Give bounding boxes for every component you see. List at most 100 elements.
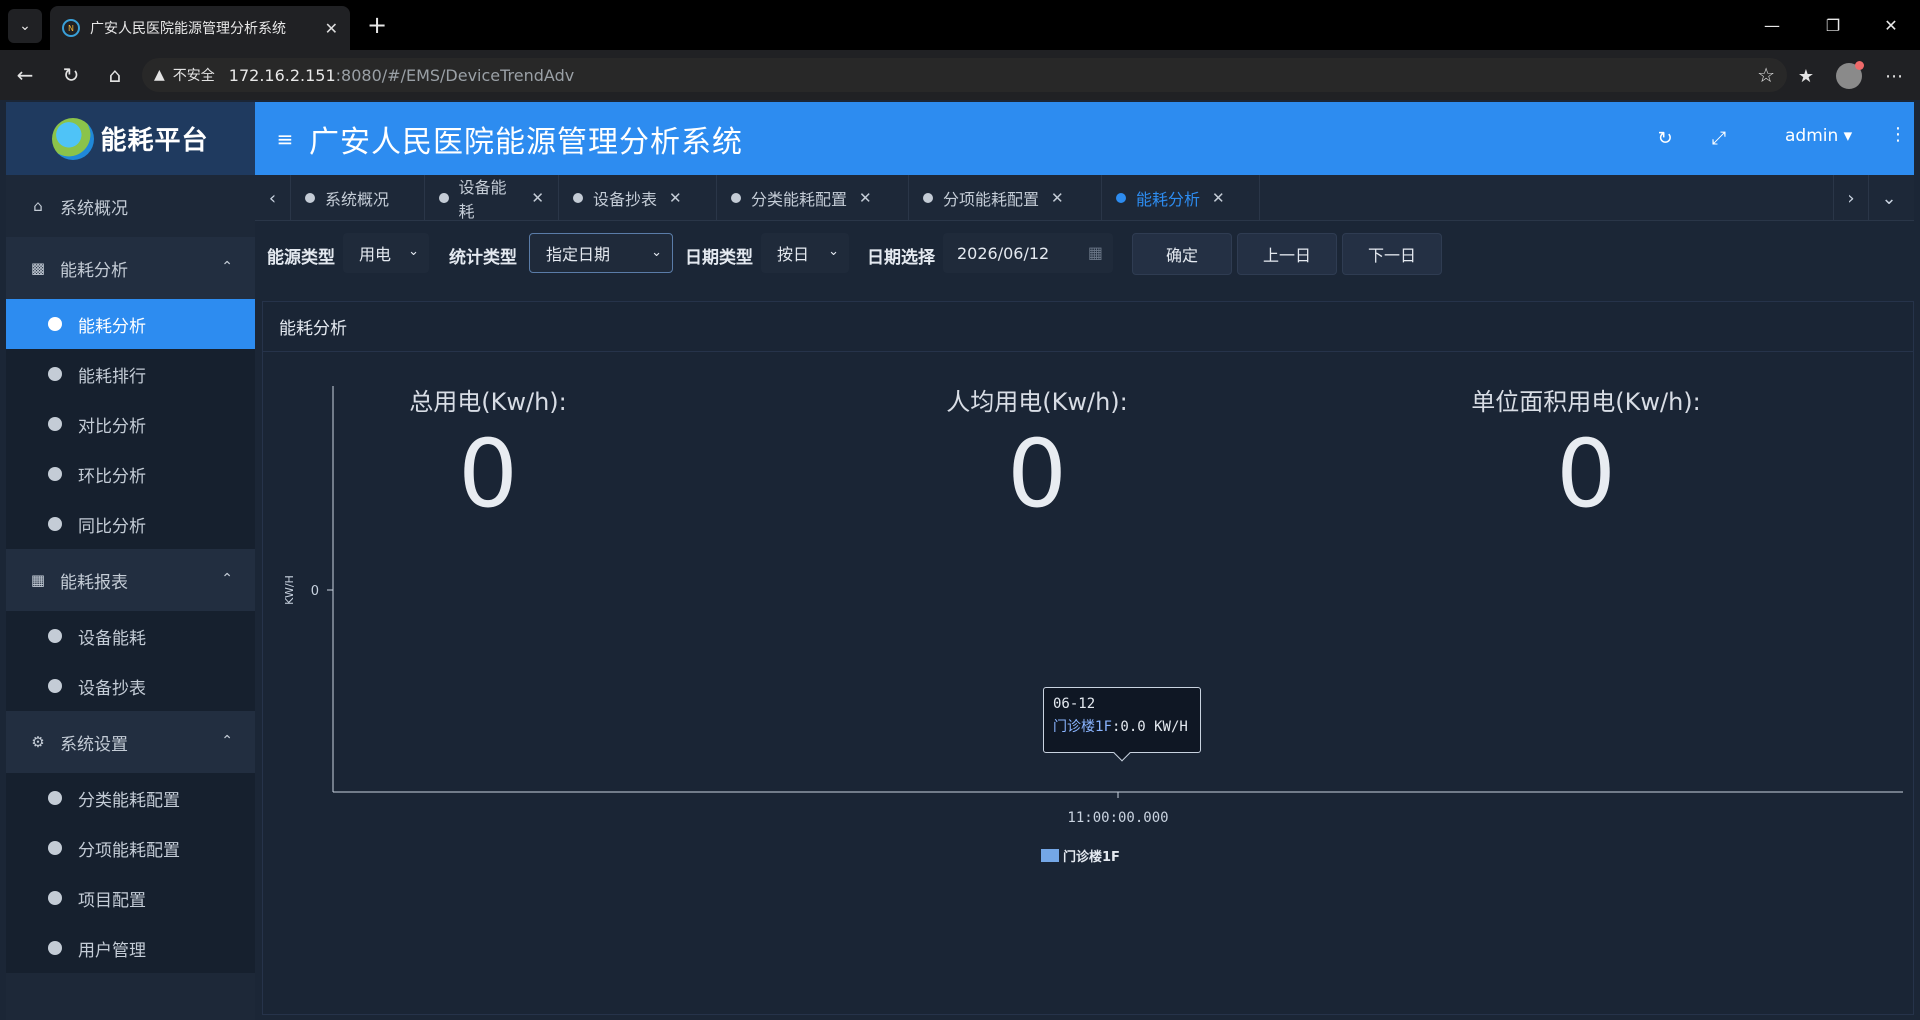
filter-bar: 能源类型 用电 ⌄ 统计类型 指定日期 ⌄ 日期类型 按日 ⌄ 日期选择 2026/0… [255, 221, 1914, 285]
sidebar-item-energy-ranking[interactable]: 能耗排行 [6, 349, 255, 399]
sidebar-group-energy-report[interactable]: ▦ 能耗报表 ⌃ [6, 549, 255, 611]
bullet-icon [48, 417, 62, 431]
browser-menu-icon[interactable]: ⋯ [1878, 60, 1910, 92]
sidebar-item-device-energy[interactable]: 设备能耗 [6, 611, 255, 661]
sidebar-item-subitem-config[interactable]: 分项能耗配置 [6, 823, 255, 873]
stat-label: 单位面积用电(Kw/h): [1471, 388, 1701, 416]
chevron-down-icon[interactable]: ⌄ [1871, 175, 1907, 221]
tab-dot-icon [305, 193, 315, 203]
energy-type-select[interactable]: 用电 ⌄ [343, 233, 429, 273]
site-favicon-icon: N [62, 19, 80, 37]
sidebar-item-yoy-analysis[interactable]: 同比分析 [6, 499, 255, 549]
sidebar-item-label: 同比分析 [78, 516, 146, 537]
close-icon[interactable]: ✕ [1212, 189, 1225, 207]
browser-tab-strip: ⌄ N 广安人民医院能源管理分析系统 ✕ + — ❐ ✕ [0, 0, 1920, 50]
tags-view: ‹ 系统概况 设备能耗 ✕ 设备抄表 ✕ 分类能耗配置 ✕ 分项能耗配置 ✕ 能耗分析 ✕… [255, 175, 1914, 221]
close-window-icon[interactable]: ✕ [1871, 10, 1911, 40]
close-icon[interactable]: ✕ [1051, 189, 1064, 207]
bar-chart-icon: ▩ [30, 259, 46, 277]
home-icon: ⌂ [33, 197, 43, 215]
profile-avatar[interactable] [1836, 61, 1864, 89]
confirm-button[interactable]: 确定 [1132, 233, 1232, 275]
bookmark-star-icon[interactable]: ☆ [1757, 63, 1775, 87]
tab-overview[interactable]: 系统概况 [291, 175, 425, 221]
table-icon: ▦ [30, 571, 46, 589]
sidebar-item-label: 能耗排行 [78, 366, 146, 387]
app-root: 能耗平台 ≡ 广安人民医院能源管理分析系统 ↻ ⤢ admin ▾ ⋮ ⌂ 系统… [6, 102, 1914, 1020]
bullet-icon [48, 841, 62, 855]
back-icon[interactable]: ← [10, 60, 40, 90]
restore-icon[interactable]: ❐ [1813, 10, 1853, 40]
tab-dot-icon [1116, 193, 1126, 203]
stat-per-area: 单位面积用电(Kw/h): 0 [1366, 382, 1806, 526]
prev-day-button[interactable]: 上一日 [1237, 233, 1337, 275]
refresh-icon[interactable]: ↻ [1653, 126, 1677, 150]
tab-label: 能耗分析 [1136, 190, 1201, 209]
chevron-up-icon: ⌃ [221, 259, 233, 275]
new-tab-button[interactable]: + [362, 10, 392, 40]
analysis-panel: 能耗分析 0 KW/H 11:00:00.000 门诊楼1F 总用电(Kw/h)… [262, 301, 1914, 1015]
close-tab-icon[interactable]: ✕ [325, 19, 338, 38]
tab-label: 分项能耗配置 [943, 190, 1040, 209]
reload-icon[interactable]: ↻ [56, 60, 86, 90]
chevron-down-icon: ⌄ [828, 244, 839, 259]
more-options-icon[interactable]: ⋮ [1889, 124, 1907, 145]
favorites-icon[interactable]: ★ [1790, 60, 1822, 92]
home-icon[interactable]: ⌂ [100, 60, 130, 90]
tab-device-energy[interactable]: 设备能耗 ✕ [425, 175, 559, 221]
sidebar-group-label: 能耗分析 [60, 260, 128, 281]
browser-tab[interactable]: N 广安人民医院能源管理分析系统 ✕ [50, 6, 350, 50]
sidebar-item-label: 设备能耗 [78, 628, 146, 649]
chevron-right-icon[interactable]: › [1833, 175, 1869, 221]
gear-icon: ⚙ [31, 733, 45, 751]
tab-meter-reading[interactable]: 设备抄表 ✕ [559, 175, 717, 221]
close-icon[interactable]: ✕ [531, 189, 544, 207]
warning-icon: ▲ [154, 67, 165, 83]
tab-dot-icon [731, 193, 741, 203]
fullscreen-icon[interactable]: ⤢ [1707, 126, 1731, 150]
sidebar-group-label: 系统设置 [60, 734, 128, 755]
sidebar-group-energy-analysis[interactable]: ▩ 能耗分析 ⌃ [6, 237, 255, 299]
close-icon[interactable]: ✕ [669, 189, 682, 207]
logo-text: 能耗平台 [100, 126, 209, 156]
stat-type-value: 指定日期 [546, 245, 611, 264]
stat-label: 人均用电(Kw/h): [946, 388, 1128, 416]
sidebar-group-system-settings[interactable]: ⚙ 系统设置 ⌃ [6, 711, 255, 773]
menu-toggle-icon[interactable]: ≡ [273, 127, 297, 151]
bullet-icon [48, 467, 62, 481]
legend-label[interactable]: 门诊楼1F [1063, 849, 1120, 865]
next-day-button[interactable]: 下一日 [1342, 233, 1442, 275]
energy-type-label: 能源类型 [267, 248, 335, 268]
sidebar-item-label: 用户管理 [78, 940, 146, 961]
x-tick-label: 11:00:00.000 [1067, 810, 1168, 826]
tab-category-config[interactable]: 分类能耗配置 ✕ [717, 175, 909, 221]
date-value: 2026/06/12 [957, 243, 1050, 263]
tab-subitem-config[interactable]: 分项能耗配置 ✕ [909, 175, 1102, 221]
date-type-value: 按日 [777, 245, 810, 264]
tab-list-button[interactable]: ⌄ [8, 9, 42, 43]
tab-dot-icon [439, 193, 449, 203]
close-icon[interactable]: ✕ [859, 189, 872, 207]
user-menu[interactable]: admin ▾ [1785, 126, 1852, 146]
sidebar-item-meter-reading[interactable]: 设备抄表 [6, 661, 255, 711]
sidebar: ⌂ 系统概况 ▩ 能耗分析 ⌃ 能耗分析 能耗排行 对比分析 环比分析 同比分析… [6, 175, 255, 1020]
app-header: ≡ 广安人民医院能源管理分析系统 ↻ ⤢ admin ▾ ⋮ [255, 102, 1914, 175]
chevron-left-icon[interactable]: ‹ [255, 175, 291, 221]
date-picker-input[interactable]: 2026/06/12 ▦ [943, 233, 1113, 273]
sidebar-item-label: 项目配置 [78, 890, 146, 911]
sidebar-item-mom-analysis[interactable]: 环比分析 [6, 449, 255, 499]
minimize-icon[interactable]: — [1752, 10, 1792, 40]
sidebar-item-energy-analysis[interactable]: 能耗分析 [6, 299, 255, 349]
sidebar-item-user-management[interactable]: 用户管理 [6, 923, 255, 973]
sidebar-item-category-config[interactable]: 分类能耗配置 [6, 773, 255, 823]
chevron-up-icon: ⌃ [221, 733, 233, 749]
sidebar-item-comparison[interactable]: 对比分析 [6, 399, 255, 449]
tab-energy-analysis[interactable]: 能耗分析 ✕ [1102, 175, 1260, 221]
stat-type-select[interactable]: 指定日期 ⌄ [529, 233, 673, 273]
date-select-label: 日期选择 [867, 248, 935, 268]
sidebar-item-overview[interactable]: ⌂ 系统概况 [6, 175, 255, 237]
date-type-select[interactable]: 按日 ⌄ [761, 233, 849, 273]
y-tick-label: 0 [311, 584, 319, 599]
omnibox[interactable]: ▲ 不安全 172.16.2.151 :8080/#/EMS/DeviceTre… [142, 58, 1787, 92]
sidebar-item-project-config[interactable]: 项目配置 [6, 873, 255, 923]
